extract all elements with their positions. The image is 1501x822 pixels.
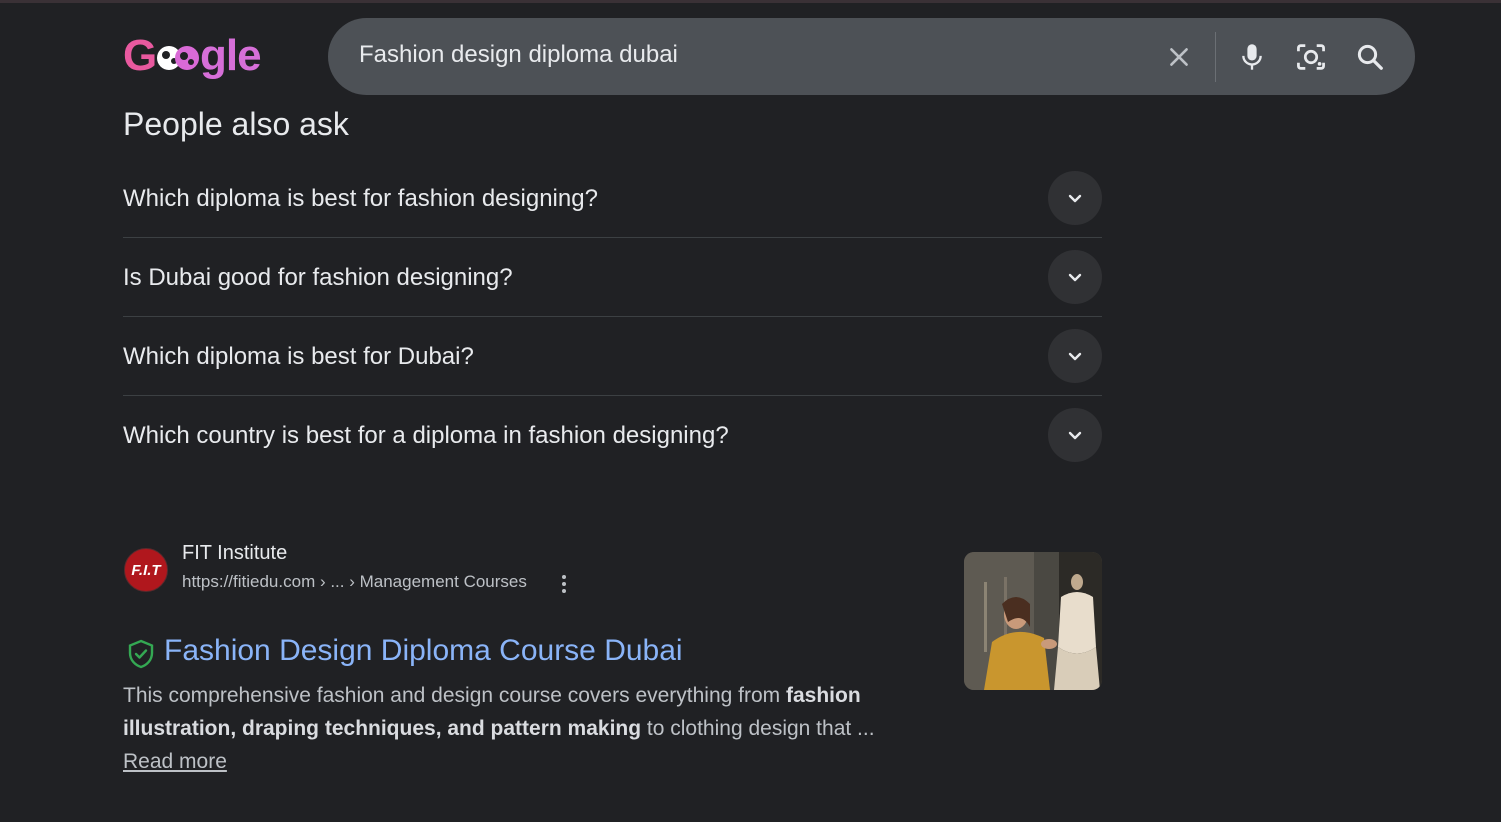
- site-favicon[interactable]: F.I.T: [124, 548, 168, 592]
- top-border: [0, 0, 1501, 3]
- svg-text:gle: gle: [200, 31, 261, 80]
- search-input[interactable]: Fashion design diploma dubai: [359, 41, 678, 69]
- paa-question-2[interactable]: Is Dubai good for fashion designing?: [123, 238, 1102, 317]
- microphone-icon[interactable]: [1231, 36, 1273, 78]
- chevron-down-icon[interactable]: [1048, 250, 1102, 304]
- paa-question-text: Which country is best for a diploma in f…: [123, 421, 729, 449]
- more-options-icon[interactable]: [556, 572, 572, 596]
- paa-question-1[interactable]: Which diploma is best for fashion design…: [123, 159, 1102, 238]
- paa-question-text: Is Dubai good for fashion designing?: [123, 263, 513, 291]
- paa-question-text: Which diploma is best for fashion design…: [123, 184, 598, 212]
- chevron-down-icon[interactable]: [1048, 329, 1102, 383]
- people-also-ask-heading: People also ask: [123, 106, 349, 142]
- result-snippet: This comprehensive fashion and design co…: [123, 679, 913, 778]
- result-url[interactable]: https://fitiedu.com › ... › Management C…: [182, 572, 527, 592]
- search-bar[interactable]: Fashion design diploma dubai: [328, 18, 1415, 95]
- close-icon[interactable]: [1158, 36, 1200, 78]
- read-more-link[interactable]: Read more: [123, 750, 227, 773]
- google-logo[interactable]: G gle: [123, 28, 265, 80]
- result-title-link[interactable]: Fashion Design Diploma Course Dubai: [164, 634, 683, 668]
- verified-shield-icon: [128, 639, 154, 669]
- search-icon[interactable]: [1349, 36, 1391, 78]
- paa-question-4[interactable]: Which country is best for a diploma in f…: [123, 396, 1102, 475]
- result-thumbnail[interactable]: [964, 552, 1102, 690]
- snippet-text: to clothing design that ...: [641, 717, 875, 740]
- chevron-down-icon[interactable]: [1048, 171, 1102, 225]
- google-doodle-logo[interactable]: G gle: [123, 28, 265, 80]
- snippet-text: This comprehensive fashion and design co…: [123, 684, 786, 707]
- paa-question-text: Which diploma is best for Dubai?: [123, 342, 474, 370]
- svg-text:G: G: [123, 31, 156, 80]
- favicon-text: F.I.T: [131, 561, 161, 579]
- search-divider: [1215, 32, 1216, 82]
- chevron-down-icon[interactable]: [1048, 408, 1102, 462]
- result-site-name[interactable]: FIT Institute: [182, 542, 287, 565]
- paa-question-3[interactable]: Which diploma is best for Dubai?: [123, 317, 1102, 396]
- lens-icon[interactable]: [1290, 36, 1332, 78]
